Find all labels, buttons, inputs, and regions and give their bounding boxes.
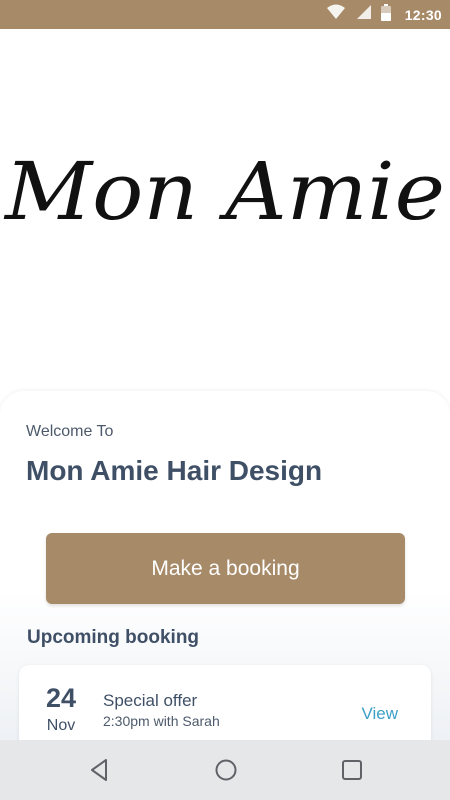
navigation-bar: [0, 740, 450, 800]
booking-card[interactable]: 24 Nov Special offer 2:30pm with Sarah V…: [19, 665, 431, 740]
logo-text: Mon Amie: [3, 145, 445, 238]
booking-title: Special offer: [103, 691, 198, 710]
signal-icon: [355, 4, 371, 25]
booking-details: 2:30pm with Sarah: [103, 713, 220, 729]
status-icons: 12:30: [326, 0, 442, 29]
salon-name: Mon Amie Hair Design: [26, 455, 323, 486]
battery-icon: [380, 3, 391, 26]
status-bar: 12:30: [0, 0, 450, 29]
wifi-icon: [326, 4, 345, 25]
hero-banner: Mon Amie: [0, 29, 450, 391]
back-icon[interactable]: [86, 756, 114, 784]
booking-month: Nov: [46, 717, 76, 734]
content-card: Welcome To Mon Amie Hair Design Make a b…: [0, 391, 450, 740]
upcoming-booking-heading: Upcoming booking: [27, 627, 200, 648]
recents-icon[interactable]: [338, 756, 366, 784]
make-booking-label: Make a booking: [151, 556, 300, 580]
make-booking-button[interactable]: Make a booking: [46, 533, 405, 604]
view-booking-link[interactable]: View: [361, 704, 398, 724]
booking-day: 24: [45, 683, 77, 713]
salon-logo: Mon Amie: [3, 145, 445, 238]
welcome-label: Welcome To: [26, 423, 114, 440]
home-icon[interactable]: [212, 756, 240, 784]
status-time: 12:30: [404, 6, 442, 23]
